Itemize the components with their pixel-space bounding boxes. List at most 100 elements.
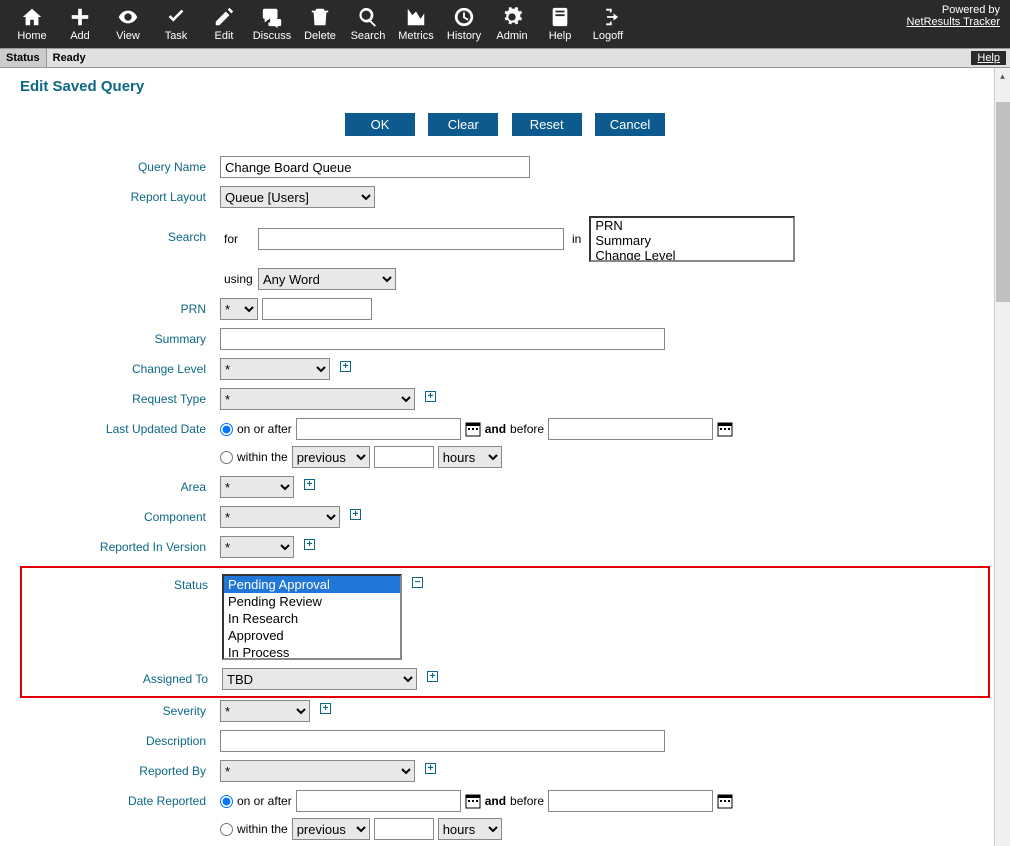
status-option[interactable]: Pending Approval	[224, 576, 400, 593]
on-or-after-radio[interactable]	[220, 423, 233, 436]
status-option[interactable]: In Research	[224, 610, 400, 627]
area-select[interactable]: *	[220, 476, 294, 498]
severity-select[interactable]: *	[220, 700, 310, 722]
calendar-icon[interactable]	[465, 421, 481, 437]
label-within: within the	[237, 450, 288, 464]
toolbar-admin[interactable]: Admin	[488, 0, 536, 48]
expand-icon[interactable]: +	[340, 361, 351, 372]
within-radio[interactable]	[220, 451, 233, 464]
label-using: using	[220, 272, 254, 286]
expand-icon[interactable]: +	[304, 479, 315, 490]
search-in-option[interactable]: Summary	[591, 233, 793, 248]
vertical-scrollbar[interactable]: ▴	[994, 68, 1010, 846]
expand-icon[interactable]: +	[427, 671, 438, 682]
toolbar-label: Search	[351, 30, 386, 42]
label-for: for	[220, 232, 254, 246]
clock-icon	[453, 6, 475, 28]
report-layout-select[interactable]: Queue [Users]	[220, 186, 375, 208]
prn-input[interactable]	[262, 298, 372, 320]
toolbar-delete[interactable]: Delete	[296, 0, 344, 48]
within-val-input[interactable]	[374, 818, 434, 840]
component-select[interactable]: *	[220, 506, 340, 528]
toolbar-help[interactable]: Help	[536, 0, 584, 48]
label-change-level: Change Level	[20, 358, 220, 376]
change-level-select[interactable]: *	[220, 358, 330, 380]
toolbar-label: Home	[17, 30, 46, 42]
request-type-select[interactable]: *	[220, 388, 415, 410]
expand-icon[interactable]: +	[304, 539, 315, 550]
toolbar-label: View	[116, 30, 140, 42]
toolbar-logoff[interactable]: Logoff	[584, 0, 632, 48]
assigned-to-select[interactable]: TBD	[222, 668, 417, 690]
collapse-icon[interactable]: −	[412, 577, 423, 588]
within-radio[interactable]	[220, 823, 233, 836]
date-reported-before-input[interactable]	[548, 790, 713, 812]
reset-button[interactable]: Reset	[512, 113, 582, 136]
description-input[interactable]	[220, 730, 665, 752]
toolbar-task[interactable]: Task	[152, 0, 200, 48]
search-in-option[interactable]: Change Level	[591, 248, 793, 262]
gear-icon	[501, 6, 523, 28]
within-val-input[interactable]	[374, 446, 434, 468]
status-label: Status	[0, 49, 47, 67]
expand-icon[interactable]: +	[320, 703, 331, 714]
query-name-input[interactable]	[220, 156, 530, 178]
reported-by-select[interactable]: *	[220, 760, 415, 782]
within-dir-select[interactable]: previous	[292, 818, 370, 840]
label-severity: Severity	[20, 700, 220, 718]
expand-icon[interactable]: +	[350, 509, 361, 520]
expand-icon[interactable]: +	[425, 763, 436, 774]
toolbar-add[interactable]: Add	[56, 0, 104, 48]
cancel-button[interactable]: Cancel	[595, 113, 665, 136]
home-icon	[21, 6, 43, 28]
toolbar-history[interactable]: History	[440, 0, 488, 48]
search-in-option[interactable]: PRN	[591, 218, 793, 233]
toolbar-home[interactable]: Home	[8, 0, 56, 48]
within-unit-select[interactable]: hours	[438, 818, 502, 840]
powered-by-label: Powered by	[942, 4, 1000, 16]
date-before-input[interactable]	[548, 418, 713, 440]
toolbar-metrics[interactable]: Metrics	[392, 0, 440, 48]
calendar-icon[interactable]	[465, 793, 481, 809]
summary-input[interactable]	[220, 328, 665, 350]
status-listbox[interactable]: Pending Approval Pending Review In Resea…	[222, 574, 402, 660]
status-option[interactable]: Pending Review	[224, 593, 400, 610]
label-report-layout: Report Layout	[20, 186, 220, 204]
help-link[interactable]: Help	[971, 51, 1006, 65]
plus-icon	[69, 6, 91, 28]
label-within: within the	[237, 822, 288, 836]
within-unit-select[interactable]: hours	[438, 446, 502, 468]
scroll-up-icon[interactable]: ▴	[995, 68, 1010, 84]
search-in-listbox[interactable]: PRN Summary Change Level	[589, 216, 795, 262]
expand-icon[interactable]: +	[425, 391, 436, 402]
calendar-icon[interactable]	[717, 421, 733, 437]
clear-button[interactable]: Clear	[428, 113, 498, 136]
label-before: before	[510, 794, 544, 808]
within-dir-select[interactable]: previous	[292, 446, 370, 468]
highlighted-section: Status Pending Approval Pending Review I…	[20, 566, 990, 698]
toolbar-edit[interactable]: Edit	[200, 0, 248, 48]
date-reported-after-input[interactable]	[296, 790, 461, 812]
button-row: OK Clear Reset Cancel	[20, 113, 990, 136]
status-option[interactable]: In Process	[224, 644, 400, 660]
label-request-type: Request Type	[20, 388, 220, 406]
toolbar-search[interactable]: Search	[344, 0, 392, 48]
toolbar-branding: Powered by NetResults Tracker	[906, 4, 1000, 28]
pencil-icon	[213, 6, 235, 28]
toolbar-label: Add	[70, 30, 90, 42]
page-content: Edit Saved Query OK Clear Reset Cancel Q…	[0, 68, 1010, 846]
ok-button[interactable]: OK	[345, 113, 415, 136]
toolbar-discuss[interactable]: Discuss	[248, 0, 296, 48]
using-select[interactable]: Any Word	[258, 268, 396, 290]
search-for-input[interactable]	[258, 228, 564, 250]
on-or-after-radio[interactable]	[220, 795, 233, 808]
reported-version-select[interactable]: *	[220, 536, 294, 558]
calendar-icon[interactable]	[717, 793, 733, 809]
prn-op-select[interactable]: *	[220, 298, 258, 320]
label-on-or-after: on or after	[237, 422, 292, 436]
scrollbar-thumb[interactable]	[996, 102, 1010, 302]
status-option[interactable]: Approved	[224, 627, 400, 644]
toolbar-view[interactable]: View	[104, 0, 152, 48]
product-link[interactable]: NetResults Tracker	[906, 16, 1000, 28]
date-after-input[interactable]	[296, 418, 461, 440]
